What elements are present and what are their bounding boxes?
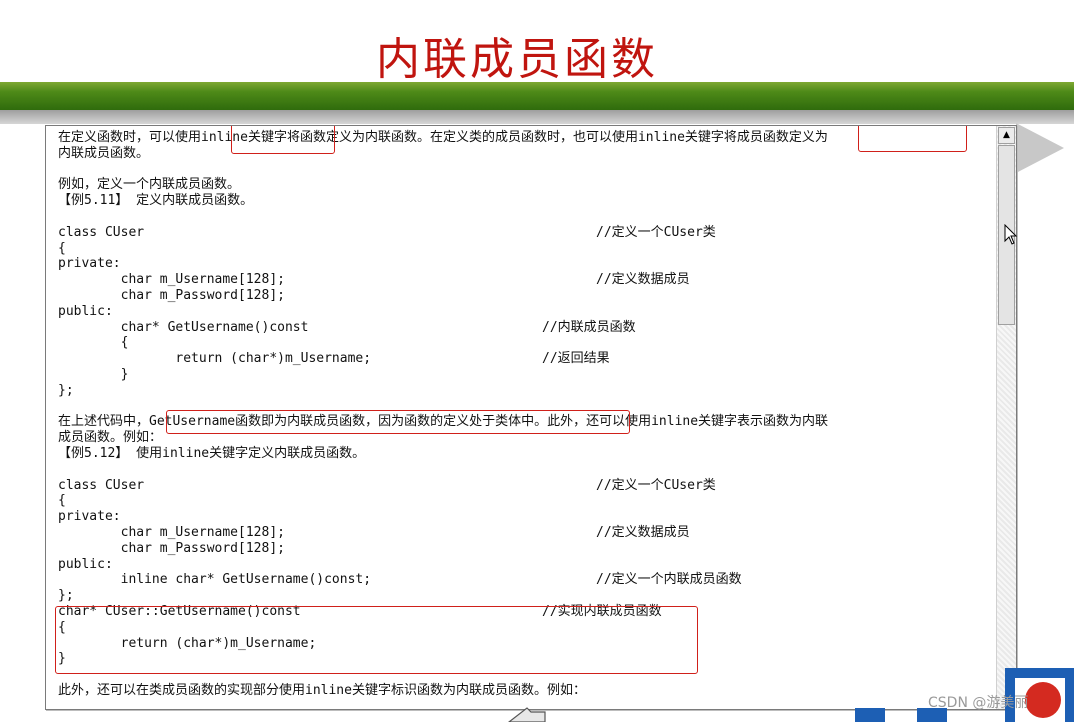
document-line: 内联成员函数。 [58,146,993,162]
document-viewer[interactable]: 在定义函数时，可以使用inline关键字将函数定义为内联函数。在定义类的成员函数… [45,125,1017,710]
code-comment: //定义数据成员 [596,524,690,540]
line-text: }; [58,588,74,604]
line-text: class CUser [58,477,145,493]
code-comment: //定义数据成员 [596,272,690,288]
bottom-arrow-icon [508,707,546,722]
document-line: }; [58,383,993,399]
document-line: char m_Username[128]; //定义数据成员 [58,272,993,288]
highlight-define-member [858,126,967,152]
line-text: 【例5.11】 定义内联成员函数。 [58,193,254,209]
line-text: 此外，还可以在类成员函数的实现部分使用inline关键字标识函数为内联成员函数。… [58,682,586,698]
line-text: return (char*)m_Username; [58,351,372,367]
line-text: { [58,240,66,256]
document-line: return (char*)m_Username; //返回结果 [58,351,993,367]
line-text: 【例5.12】 使用inline关键字定义内联成员函数。 [58,445,366,461]
document-line: { [58,335,993,351]
document-line: char m_Username[128]; //定义数据成员 [58,525,993,541]
line-text: class CUser [58,224,145,240]
line-text: char m_Password[128]; [58,287,285,303]
mouse-cursor-icon [1004,224,1018,245]
document-line: 此外，还可以在类成员函数的实现部分使用inline关键字标识函数为内联成员函数。… [58,683,993,699]
document-line: class CUser //定义一个CUser类 [58,478,993,494]
next-slide-arrow-icon[interactable] [1016,123,1064,173]
document-line: public: [58,557,993,573]
document-line: 【例5.12】 使用inline关键字定义内联成员函数。 [58,446,993,462]
highlight-implementation-block [55,606,698,674]
line-text: } [58,366,129,382]
line-text: char m_Username[128]; [58,524,285,540]
line-text: 成员函数。例如： [58,430,163,446]
line-text: { [58,493,66,509]
document-line: private: [58,256,993,272]
document-line: char m_Password[128]; [58,288,993,304]
code-comment: //定义一个CUser类 [596,477,716,493]
watermark: CSDN @游美丽 [928,695,1029,711]
line-text: 在定义函数时，可以使用inline关键字将函数定义为内联函数。在定义类的成员函数… [58,130,828,145]
line-text: { [58,335,129,351]
line-text: char m_Password[128]; [58,540,285,556]
highlight-getusername-sentence [166,410,630,434]
document-line: 在定义函数时，可以使用inline关键字将函数定义为内联函数。在定义类的成员函数… [58,130,993,146]
code-comment: //内联成员函数 [542,319,636,335]
document-line: private: [58,509,993,525]
code-comment: //定义一个内联成员函数 [596,572,742,588]
line-text: char* GetUsername()const [58,319,309,335]
document-line: class CUser //定义一个CUser类 [58,225,993,241]
document-line: { [58,493,993,509]
line-text: }; [58,382,74,398]
document-line: public: [58,304,993,320]
line-text: 例如，定义一个内联成员函数。 [58,177,241,193]
document-line: char* GetUsername()const //内联成员函数 [58,320,993,336]
line-text: char m_Username[128]; [58,272,285,288]
document-line: } [58,367,993,383]
document-line: { [58,241,993,257]
code-comment: //返回结果 [542,351,610,367]
highlight-inline-keyword [231,126,335,154]
document-line: char m_Password[128]; [58,541,993,557]
document-line: 例如，定义一个内联成员函数。 [58,177,993,193]
document-line: inline char* GetUsername()const; //定义一个内联… [58,572,993,588]
line-text: 内联成员函数。 [58,145,150,161]
vertical-scrollbar[interactable]: ▲ [996,126,1016,709]
code-comment: //定义一个CUser类 [596,224,716,240]
scroll-up-arrow-icon[interactable]: ▲ [998,127,1015,144]
line-text: public: [58,303,113,319]
header-bar-shadow [0,110,1074,124]
line-text: inline char* GetUsername()const; [58,572,372,588]
line-text: private: [58,509,121,525]
document-line: 【例5.11】 定义内联成员函数。 [58,193,993,209]
line-text: private: [58,256,121,272]
header-bar [0,82,1074,110]
line-text: public: [58,556,113,572]
slide-title: 内联成员函数 [376,34,658,85]
document-line: }; [58,588,993,604]
